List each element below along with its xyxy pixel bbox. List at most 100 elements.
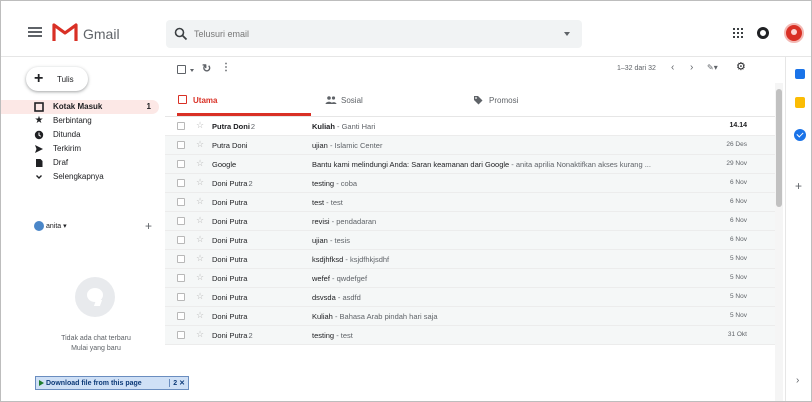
download-file-button[interactable]: Download file from this page xyxy=(36,377,145,389)
star-icon[interactable]: ☆ xyxy=(196,120,204,131)
table-row[interactable]: ☆ Doni Putra ksdjhfksd - ksjdfhkjsdhf 5 Nov xyxy=(165,250,775,269)
chevron-right-icon[interactable]: › xyxy=(690,62,693,73)
plus-icon: + xyxy=(34,70,44,87)
sender-name: Putra Doni xyxy=(212,141,248,150)
table-row[interactable]: ☆ Doni Putra revisi - pendadaran 6 Nov xyxy=(165,212,775,231)
row-checkbox[interactable] xyxy=(177,141,185,149)
message-snippet: qwdefgef xyxy=(336,274,368,283)
sidebar-item-snoozed[interactable]: Ditunda xyxy=(1,128,159,142)
table-row[interactable]: ☆ Doni Putra2 testing - coba 6 Nov xyxy=(165,174,775,193)
message-content: ksdjhfksd - ksjdfhkjsdhf xyxy=(312,255,390,264)
tab-social[interactable]: Sosial xyxy=(325,83,465,116)
search-bar[interactable] xyxy=(166,20,582,48)
message-date: 5 Nov xyxy=(730,255,747,262)
row-checkbox[interactable] xyxy=(177,293,185,301)
avatar[interactable] xyxy=(784,23,804,43)
star-icon[interactable]: ☆ xyxy=(196,291,204,302)
row-checkbox[interactable] xyxy=(177,160,185,168)
refresh-icon[interactable]: ↻ xyxy=(202,62,211,75)
download-label: Download file from this page xyxy=(46,379,142,387)
star-icon: ★ xyxy=(34,115,44,126)
table-row[interactable]: ☆ Doni Putra2 testing - test 31 Okt xyxy=(165,326,775,345)
row-checkbox[interactable] xyxy=(177,255,185,263)
star-icon[interactable]: ☆ xyxy=(196,196,204,207)
message-snippet: test xyxy=(340,331,353,340)
star-icon[interactable]: ☆ xyxy=(196,234,204,245)
table-row[interactable]: ☆ Doni Putra test - test 6 Nov xyxy=(165,193,775,212)
input-tools-icon[interactable]: ✎▾ xyxy=(707,63,718,72)
select-all-checkbox[interactable] xyxy=(177,65,186,74)
tab-promotions[interactable]: Promosi xyxy=(473,83,613,116)
calendar-icon[interactable] xyxy=(795,69,805,79)
table-row[interactable]: ☆ Google Bantu kami melindungi Anda: Saran… xyxy=(165,155,775,174)
row-checkbox[interactable] xyxy=(177,312,185,320)
search-input[interactable] xyxy=(194,26,534,42)
row-checkbox[interactable] xyxy=(177,236,185,244)
gmail-logo-icon[interactable] xyxy=(52,22,78,42)
star-icon[interactable]: ☆ xyxy=(196,177,204,188)
chevron-right-icon[interactable]: › xyxy=(796,375,799,386)
keep-icon[interactable] xyxy=(795,97,805,108)
add-addon-icon[interactable]: + xyxy=(795,179,802,193)
scrollbar[interactable] xyxy=(775,83,783,401)
star-icon[interactable]: ☆ xyxy=(196,215,204,226)
scrollbar-thumb[interactable] xyxy=(776,89,782,207)
sidebar-item-label: Kotak Masuk xyxy=(53,102,103,111)
table-row[interactable]: ☆ Doni Putra dsvsda - asdfd 5 Nov xyxy=(165,288,775,307)
sidebar-item-drafts[interactable]: Draf xyxy=(1,156,159,170)
message-snippet: test xyxy=(330,198,343,207)
hangouts-icon xyxy=(75,277,115,317)
app-title[interactable]: Gmail xyxy=(83,26,120,42)
message-date: 6 Nov xyxy=(730,217,747,224)
star-icon[interactable]: ☆ xyxy=(196,329,204,340)
hangouts-account[interactable]: anita ▾ + xyxy=(29,219,159,234)
tab-primary[interactable]: Utama xyxy=(177,83,311,116)
chevron-left-icon[interactable]: ‹ xyxy=(671,62,674,73)
sender-name: Doni Putra2 xyxy=(212,179,253,188)
row-checkbox[interactable] xyxy=(177,198,185,206)
sidebar-item-starred[interactable]: ★ Berbintang xyxy=(1,114,159,128)
search-options-icon[interactable] xyxy=(564,32,570,36)
star-icon[interactable]: ☆ xyxy=(196,139,204,150)
star-icon[interactable]: ☆ xyxy=(196,272,204,283)
main-menu-icon[interactable] xyxy=(28,27,42,37)
message-subject: wefef xyxy=(312,274,330,283)
row-checkbox[interactable] xyxy=(177,122,185,130)
new-chat-icon[interactable]: + xyxy=(145,219,152,233)
sidebar-item-more[interactable]: Selengkapnya xyxy=(1,170,159,184)
sidebar-item-inbox[interactable]: Kotak Masuk 1 xyxy=(1,100,159,114)
row-checkbox[interactable] xyxy=(177,331,185,339)
star-icon[interactable]: ☆ xyxy=(196,158,204,169)
table-row[interactable]: ☆ Putra Doni ujian - Islamic Center 26 Des xyxy=(165,136,775,155)
table-row[interactable]: ☆ Doni Putra wefef - qwdefgef 5 Nov xyxy=(165,269,775,288)
sidebar-item-label: Draf xyxy=(53,158,69,167)
message-content: ujian - tesis xyxy=(312,236,350,245)
table-row[interactable]: ☆ Doni Putra ujian - tesis 6 Nov xyxy=(165,231,775,250)
table-row[interactable]: ☆ Doni Putra Kuliah - Bahasa Arab pindah h… xyxy=(165,307,775,326)
message-date: 14.14 xyxy=(729,122,747,129)
download-close-button[interactable]: 2 ✕ xyxy=(169,379,188,387)
row-checkbox[interactable] xyxy=(177,179,185,187)
message-subject: dsvsda xyxy=(312,293,336,302)
message-content: dsvsda - asdfd xyxy=(312,293,361,302)
apps-grid-icon[interactable] xyxy=(733,28,743,38)
tasks-icon[interactable] xyxy=(794,129,806,141)
search-icon[interactable] xyxy=(174,27,188,41)
star-icon[interactable]: ☆ xyxy=(196,253,204,264)
gear-icon[interactable]: ⚙ xyxy=(736,60,746,73)
inbox-icon xyxy=(34,102,44,112)
account-ring-icon[interactable] xyxy=(757,27,769,39)
compose-button[interactable]: + Tulis xyxy=(26,67,88,91)
sidebar-item-label: Berbintang xyxy=(53,116,92,125)
select-menu-caret-icon[interactable] xyxy=(190,69,194,72)
star-icon[interactable]: ☆ xyxy=(196,310,204,321)
chat-empty-line: Tidak ada chat terbaru xyxy=(61,335,131,342)
chevron-down-icon xyxy=(34,172,44,182)
sidebar-item-sent[interactable]: Terkirim xyxy=(1,142,159,156)
more-vert-icon[interactable]: ⋮ xyxy=(221,62,231,73)
start-new-chat-link[interactable]: Mulai yang baru xyxy=(41,344,151,354)
row-checkbox[interactable] xyxy=(177,274,185,282)
row-checkbox[interactable] xyxy=(177,217,185,225)
table-row[interactable]: ☆ Putra Doni2 Kuliah - Ganti Hari 14.14 xyxy=(165,117,775,136)
gmail-window: Gmail + Tulis Kotak Masuk 1 ★ xyxy=(0,0,812,402)
